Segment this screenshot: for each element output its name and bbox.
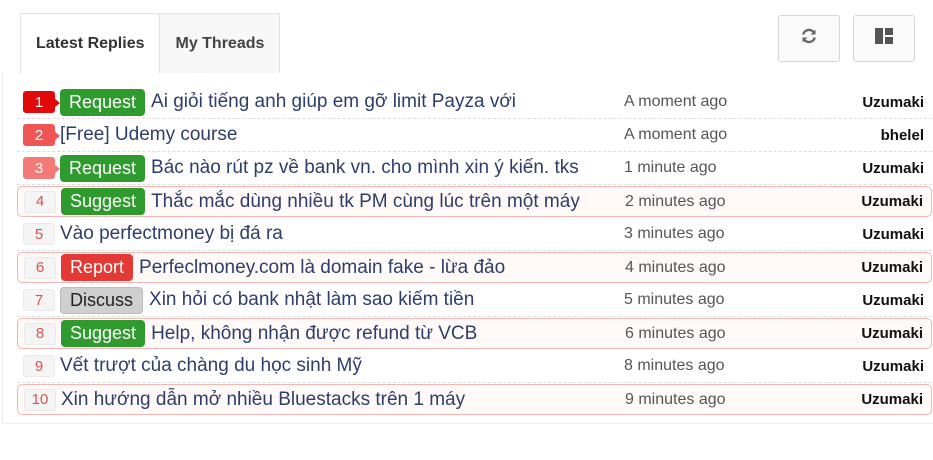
- thread-title-link[interactable]: Perfeclmoney.com là domain fake - lừa đả…: [139, 257, 505, 279]
- thread-user-link[interactable]: Uzumaki: [862, 358, 924, 375]
- thread-user-link[interactable]: Uzumaki: [861, 259, 923, 276]
- refresh-icon: [800, 27, 818, 50]
- thread-time: 4 minutes ago: [625, 258, 726, 276]
- thread-row[interactable]: 1 Request Ai giỏi tiếng anh giúp em gỡ lim…: [17, 86, 932, 119]
- thread-row[interactable]: 5 Vào perfectmoney bị đá ra 3 minutes ago U…: [17, 218, 932, 251]
- rank-badge: 1: [23, 91, 60, 113]
- thread-title-link[interactable]: Ai giỏi tiếng anh giúp em gỡ limit Payza…: [151, 91, 516, 113]
- thread-title-link[interactable]: Vào perfectmoney bị đá ra: [60, 223, 283, 245]
- prefix-tag-discuss[interactable]: Discuss: [60, 286, 144, 314]
- rank-badge: 4: [24, 190, 56, 213]
- prefix-tag-request[interactable]: Request: [60, 88, 146, 116]
- refresh-button[interactable]: [778, 15, 840, 62]
- rank-badge: 10: [24, 388, 56, 411]
- layout-icon: [874, 27, 894, 50]
- thread-row[interactable]: 10 Xin hướng dẫn mở nhiều Bluestacks trên…: [17, 384, 932, 415]
- rank-badge: 8: [24, 322, 56, 345]
- thread-time: A moment ago: [624, 93, 728, 110]
- prefix-tag-report[interactable]: Report: [61, 254, 134, 281]
- tab-my-threads[interactable]: My Threads: [159, 13, 281, 73]
- thread-title-link[interactable]: Xin hướng dẫn mở nhiều Bluestacks trên 1…: [61, 389, 465, 411]
- thread-content: Xin hướng dẫn mở nhiều Bluestacks trên 1…: [61, 385, 465, 414]
- rank-badge: 2: [23, 124, 60, 146]
- thread-row[interactable]: 9 Vết trượt của chàng du học sinh Mỹ 8 min…: [17, 350, 932, 383]
- thread-title-link[interactable]: [Free] Udemy course: [60, 124, 237, 146]
- rank-badge: 6: [24, 256, 56, 279]
- thread-content: Suggest Thắc mắc dùng nhiều tk PM cùng lú…: [61, 187, 580, 216]
- thread-row[interactable]: 3 Request Bác nào rút pz về bank vn. cho m…: [17, 152, 932, 185]
- thread-title-link[interactable]: Thắc mắc dùng nhiều tk PM cùng lúc trên …: [151, 191, 580, 213]
- thread-user-link[interactable]: Uzumaki: [862, 292, 924, 309]
- prefix-tag-request[interactable]: Request: [60, 154, 146, 182]
- thread-user-link[interactable]: Uzumaki: [862, 226, 924, 243]
- rank-badge: 9: [23, 355, 55, 377]
- thread-user-link[interactable]: Uzumaki: [862, 94, 924, 111]
- tab-bar: Latest Replies My Threads: [20, 13, 281, 74]
- rank-badge: 5: [23, 223, 55, 245]
- thread-content: Vết trượt của chàng du học sinh Mỹ: [60, 350, 362, 382]
- thread-content: Report Perfeclmoney.com là domain fake - …: [61, 253, 505, 282]
- thread-user-link[interactable]: Uzumaki: [861, 391, 923, 408]
- thread-content: Discuss Xin hỏi có bank nhật làm sao kiếm…: [60, 284, 474, 316]
- tab-latest-replies[interactable]: Latest Replies: [20, 13, 160, 74]
- thread-time: 8 minutes ago: [624, 357, 725, 374]
- rank-badge: 7: [23, 289, 55, 311]
- thread-title-link[interactable]: Help, không nhận được refund từ VCB: [151, 323, 477, 345]
- prefix-tag-suggest[interactable]: Suggest: [61, 188, 146, 215]
- thread-content: Vào perfectmoney bị đá ra: [60, 218, 283, 250]
- thread-row[interactable]: 7 Discuss Xin hỏi có bank nhật làm sao kiế…: [17, 284, 932, 317]
- thread-row[interactable]: 2 [Free] Udemy course A moment ago bhelel: [17, 119, 932, 152]
- thread-time: 6 minutes ago: [625, 324, 726, 342]
- prefix-tag-suggest[interactable]: Suggest: [61, 320, 146, 347]
- thread-user-link[interactable]: Uzumaki: [861, 193, 923, 210]
- thread-content: Request Ai giỏi tiếng anh giúp em gỡ limi…: [60, 86, 516, 118]
- thread-time: 5 minutes ago: [624, 291, 725, 308]
- thread-time: 9 minutes ago: [625, 390, 726, 408]
- thread-title-link[interactable]: Xin hỏi có bank nhật làm sao kiếm tiền: [149, 289, 474, 311]
- thread-content: Suggest Help, không nhận được refund từ V…: [61, 319, 477, 348]
- thread-title-link[interactable]: Bác nào rút pz về bank vn. cho mình xin …: [151, 157, 579, 179]
- thread-row[interactable]: 8 Suggest Help, không nhận được refund từ …: [17, 318, 932, 349]
- thread-user-link[interactable]: bhelel: [881, 127, 924, 144]
- thread-content: [Free] Udemy course: [60, 119, 237, 151]
- thread-row[interactable]: 4 Suggest Thắc mắc dùng nhiều tk PM cùng l…: [17, 186, 932, 217]
- rank-badge: 3: [23, 157, 60, 179]
- thread-time: A moment ago: [624, 126, 728, 143]
- layout-button[interactable]: [853, 15, 915, 62]
- thread-title-link[interactable]: Vết trượt của chàng du học sinh Mỹ: [60, 355, 362, 377]
- thread-time: 2 minutes ago: [625, 192, 726, 210]
- thread-user-link[interactable]: Uzumaki: [862, 160, 924, 177]
- thread-time: 1 minute ago: [624, 159, 717, 176]
- thread-user-link[interactable]: Uzumaki: [861, 325, 923, 342]
- thread-list: 1 Request Ai giỏi tiếng anh giúp em gỡ lim…: [17, 86, 932, 416]
- thread-time: 3 minutes ago: [624, 225, 725, 242]
- thread-content: Request Bác nào rút pz về bank vn. cho mì…: [60, 152, 579, 184]
- thread-row[interactable]: 6 Report Perfeclmoney.com là domain fake -…: [17, 252, 932, 283]
